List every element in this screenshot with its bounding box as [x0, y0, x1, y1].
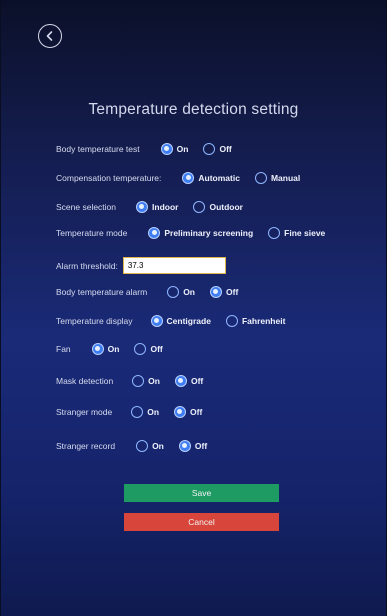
back-button[interactable]: [38, 24, 62, 48]
radio-button[interactable]: [136, 440, 149, 452]
radio-button-checked[interactable]: [210, 286, 222, 298]
radio-button[interactable]: [254, 172, 267, 184]
option-label: Off: [150, 344, 163, 354]
option-label: On: [147, 407, 160, 417]
radio-button-checked[interactable]: [91, 343, 104, 355]
setting-label: Alarm threshold:: [56, 260, 118, 271]
setting-label: Body temperature alarm: [56, 287, 148, 297]
option-label: Manual: [270, 173, 301, 183]
setting-body-temp-test: Body temperature test On Off: [56, 141, 376, 157]
setting-temperature-display: Temperature display Centigrade Fahrenhei…: [56, 313, 376, 329]
option-label: Centigrade: [166, 316, 211, 326]
temp-display-centigrade-radio[interactable]: Centigrade: [150, 315, 211, 327]
option-label: Outdoor: [209, 202, 243, 212]
option-label: On: [152, 441, 164, 451]
radio-button[interactable]: [131, 406, 144, 418]
option-label: On: [107, 344, 120, 354]
compensation-manual-radio[interactable]: Manual: [254, 172, 301, 184]
stranger-mode-off-radio[interactable]: Off: [174, 406, 202, 418]
radio-button[interactable]: [193, 201, 206, 213]
setting-stranger-record: Stranger record On Off: [56, 438, 376, 454]
radio-button-checked[interactable]: [178, 440, 191, 452]
setting-label: Body temperature test: [56, 144, 140, 154]
setting-label: Temperature display: [56, 316, 133, 326]
temp-mode-preliminary-radio[interactable]: Preliminary screening: [148, 227, 253, 239]
radio-button-checked[interactable]: [136, 201, 149, 213]
setting-scene-selection: Scene selection Indoor Outdoor: [56, 199, 376, 215]
temp-mode-fine-sieve-radio[interactable]: Fine sieve: [268, 227, 325, 239]
temperature-settings-screen: Temperature detection setting Body tempe…: [0, 0, 387, 616]
fan-on-radio[interactable]: On: [91, 343, 120, 355]
radio-button[interactable]: [203, 143, 216, 155]
option-label: Off: [194, 441, 208, 451]
setting-label: Stranger record: [56, 441, 116, 451]
radio-button[interactable]: [167, 286, 180, 298]
option-label: Off: [190, 407, 203, 417]
option-label: Preliminary screening: [164, 228, 254, 238]
chevron-left-circle-icon: [46, 31, 53, 41]
cancel-button[interactable]: Cancel: [124, 513, 279, 531]
body-temp-test-off-radio[interactable]: Off: [203, 143, 232, 155]
setting-label: Temperature mode: [56, 228, 128, 238]
temp-display-fahrenheit-radio[interactable]: Fahrenheit: [225, 315, 286, 327]
option-label: Fahrenheit: [241, 316, 286, 326]
option-label: Fine sieve: [284, 228, 326, 238]
option-label: Off: [190, 376, 204, 386]
setting-temperature-mode: Temperature mode Preliminary screening F…: [56, 225, 376, 241]
option-label: Indoor: [152, 202, 179, 212]
setting-mask-detection: Mask detection On Off: [56, 373, 376, 389]
setting-stranger-mode: Stranger mode On Off: [56, 404, 376, 420]
fan-off-radio[interactable]: Off: [134, 343, 163, 355]
setting-body-temp-alarm: Body temperature alarm On Off: [56, 284, 376, 300]
setting-label: Scene selection: [56, 202, 117, 212]
setting-label: Mask detection: [56, 376, 114, 386]
radio-button-checked[interactable]: [174, 406, 187, 418]
stranger-mode-on-radio[interactable]: On: [131, 406, 159, 418]
stranger-record-on-radio[interactable]: On: [136, 440, 164, 452]
mask-detection-on-radio[interactable]: On: [132, 375, 160, 387]
option-label: On: [176, 144, 189, 154]
mask-detection-off-radio[interactable]: Off: [174, 375, 204, 387]
scene-indoor-radio[interactable]: Indoor: [136, 201, 178, 213]
radio-button[interactable]: [134, 343, 147, 355]
scene-outdoor-radio[interactable]: Outdoor: [193, 201, 243, 213]
setting-fan: Fan On Off: [56, 341, 376, 357]
body-temp-alarm-on-radio[interactable]: On: [167, 286, 195, 298]
setting-label: Fan: [56, 344, 71, 354]
setting-label: Compensation temperature:: [56, 173, 162, 183]
radio-button-checked[interactable]: [174, 375, 187, 387]
setting-compensation-temperature: Compensation temperature: Automatic Manu…: [56, 170, 376, 186]
radio-button[interactable]: [225, 315, 238, 327]
compensation-automatic-radio[interactable]: Automatic: [182, 172, 240, 184]
stranger-record-off-radio[interactable]: Off: [178, 440, 208, 452]
setting-alarm-threshold: Alarm threshold:: [56, 256, 376, 275]
body-temp-alarm-off-radio[interactable]: Off: [210, 286, 238, 298]
body-temp-test-on-radio[interactable]: On: [160, 143, 189, 155]
save-button[interactable]: Save: [124, 484, 279, 502]
option-label: Off: [226, 287, 239, 297]
radio-button[interactable]: [268, 227, 281, 239]
setting-label: Stranger mode: [56, 407, 113, 417]
radio-button-checked[interactable]: [148, 227, 161, 239]
option-label: Off: [219, 144, 232, 154]
option-label: On: [148, 376, 160, 386]
option-label: Automatic: [198, 173, 240, 183]
radio-button-checked[interactable]: [160, 143, 173, 155]
radio-button-checked[interactable]: [182, 172, 195, 184]
radio-button-checked[interactable]: [150, 315, 163, 327]
alarm-threshold-input[interactable]: [122, 257, 226, 274]
option-label: On: [183, 287, 195, 297]
radio-button[interactable]: [132, 375, 145, 387]
page-title: Temperature detection setting: [88, 101, 299, 118]
